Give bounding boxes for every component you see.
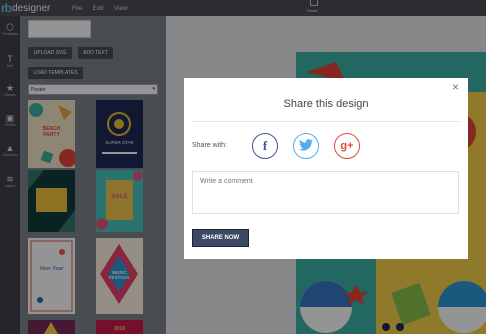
twitter-icon [299, 138, 313, 154]
dialog-title: Share this design [283, 98, 369, 110]
close-icon[interactable]: × [452, 80, 459, 94]
divider [192, 121, 460, 122]
facebook-share-button[interactable]: f [252, 133, 278, 159]
share-with-label: Share with: [192, 142, 228, 149]
share-dialog: × Share this design Share with: f g+ SHA… [184, 78, 468, 259]
facebook-icon: f [262, 138, 268, 153]
google-plus-share-button[interactable]: g+ [334, 133, 360, 159]
google-plus-icon: g+ [340, 140, 354, 152]
twitter-share-button[interactable] [293, 133, 319, 159]
share-now-button[interactable]: SHARE NOW [192, 229, 249, 247]
comment-textarea[interactable] [192, 171, 459, 214]
